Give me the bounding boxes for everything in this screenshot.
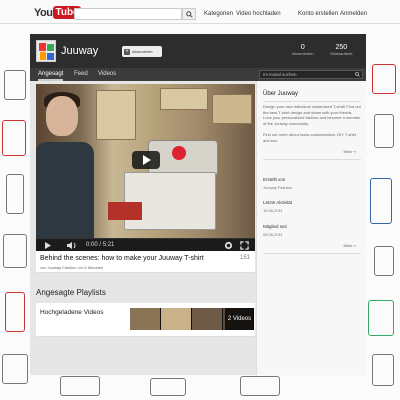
channel-header: Juuway + Abonnieren 0 Abonnenten 250 Vid…	[30, 34, 366, 68]
video-scene-boxes	[212, 94, 252, 124]
subscribers-count: 0	[300, 44, 305, 51]
subscribe-label: Abonnieren	[132, 49, 153, 54]
created-by-label: Erstellt von	[263, 177, 286, 182]
play-overlay-icon[interactable]	[132, 151, 160, 169]
views-label: Videoaufrufe	[330, 51, 353, 56]
video-frame[interactable]	[36, 84, 255, 238]
main-content: 0:00 / 5:21 Behind the scenes: how to ma…	[30, 81, 256, 375]
background-doodle	[3, 234, 27, 268]
search-icon	[185, 10, 193, 18]
video-scene-shelf	[96, 90, 136, 140]
video-controls: 0:00 / 5:21	[36, 238, 255, 251]
logo-you: You	[34, 6, 53, 19]
member-since-label: Mitglied seit	[263, 224, 287, 229]
playlist-title[interactable]: Hochgeladene Videos	[40, 309, 104, 316]
sign-in-link[interactable]: Anmelden	[340, 11, 367, 17]
fullscreen-button[interactable]	[240, 241, 249, 250]
channel-search-placeholder: Im Kanal suchen	[263, 72, 297, 77]
video-scene-press-body	[124, 172, 216, 230]
video-scene-boxes	[160, 88, 208, 110]
subscribers-stat: 0 Abonnenten	[292, 44, 314, 56]
created-by-value[interactable]: Juuway Fashion	[263, 185, 292, 190]
about-text-more: Find out more about mass customization, …	[263, 132, 357, 143]
background-doodle	[4, 70, 26, 100]
youtube-masthead: You Tube Kategorien Video hochladen Kont…	[0, 0, 400, 24]
background-doodle	[5, 292, 25, 332]
background-doodle	[372, 64, 396, 94]
time-display: 0:00 / 5:21	[86, 242, 115, 248]
about-text: Design your own individual customised T-…	[263, 104, 361, 126]
video-scene-face	[46, 96, 78, 136]
background-doodle	[368, 300, 394, 336]
search-button[interactable]	[182, 8, 196, 20]
subscribe-button[interactable]: + Abonnieren	[122, 46, 162, 57]
divider	[263, 101, 361, 102]
video-scene-red-dial	[172, 146, 186, 160]
channel-name[interactable]: Juuway	[61, 45, 98, 57]
playlist-thumbnail	[130, 308, 161, 330]
background-doodle	[2, 120, 26, 156]
playlist-thumbnails[interactable]: 2 Videos	[130, 308, 254, 330]
background-doodle	[374, 246, 394, 276]
background-doodle	[372, 354, 394, 386]
background-doodle	[6, 174, 24, 214]
time-current: 0:00	[86, 242, 98, 248]
more-link[interactable]: Mehr »	[344, 243, 356, 248]
settings-button[interactable]	[224, 241, 233, 250]
divider	[263, 253, 361, 254]
channel-search-input[interactable]: Im Kanal suchen	[259, 70, 363, 79]
divider	[263, 159, 361, 160]
video-info: Behind the scenes: how to make your Juuw…	[36, 251, 255, 273]
video-meta: von Juuway Fashion vor 6 Monaten	[40, 265, 104, 270]
background-doodle	[60, 376, 100, 396]
gear-icon	[224, 241, 233, 250]
last-activity-value: 16.06.2011	[263, 208, 283, 213]
playlists-heading: Angesagte Playlists	[36, 288, 106, 297]
search-icon[interactable]	[355, 72, 360, 77]
subscribers-label: Abonnenten	[292, 51, 314, 56]
more-link[interactable]: Mehr »	[344, 149, 356, 154]
volume-icon	[67, 242, 76, 249]
play-button[interactable]	[44, 241, 52, 250]
video-views: 151	[239, 255, 250, 261]
playlist-count: 2 Videos	[225, 308, 254, 330]
video-player[interactable]: 0:00 / 5:21	[36, 84, 255, 251]
views-stat: 250 Videoaufrufe	[330, 44, 353, 56]
search-input[interactable]	[74, 8, 182, 20]
playlist-item[interactable]: Hochgeladene Videos 2 Videos	[36, 303, 255, 337]
video-scene-person	[36, 142, 94, 238]
tab-angesagt[interactable]: Angesagt	[38, 68, 64, 81]
background-doodle	[374, 114, 394, 148]
playlist-thumbnail	[161, 308, 192, 330]
background-doodle	[240, 376, 280, 396]
tab-feed[interactable]: Feed	[74, 68, 88, 81]
last-activity-label: Letzte Aktivität	[263, 200, 293, 205]
background-doodle	[370, 178, 392, 224]
fullscreen-icon	[240, 241, 249, 250]
video-scene-red-base	[108, 202, 142, 220]
about-heading: Über Juuway	[263, 91, 299, 97]
volume-button[interactable]	[66, 241, 78, 250]
time-total: 5:21	[102, 242, 115, 248]
member-since-value: 08.06.2011	[263, 232, 283, 237]
tab-videos[interactable]: Videos	[98, 68, 116, 81]
channel-avatar[interactable]	[36, 40, 56, 62]
play-icon	[45, 242, 51, 249]
create-account-link[interactable]: Konto erstellen	[298, 11, 338, 17]
upload-video-link[interactable]: Video hochladen	[236, 11, 281, 17]
background-doodle	[2, 354, 28, 384]
background-doodle	[150, 378, 186, 396]
channel-sidebar: Über Juuway Design your own individual c…	[256, 81, 366, 375]
views-count: 250	[335, 44, 348, 51]
categories-link[interactable]: Kategorien	[204, 11, 233, 17]
plus-icon: +	[124, 48, 130, 55]
video-title[interactable]: Behind the scenes: how to make your Juuw…	[40, 255, 204, 262]
playlist-thumbnail	[192, 308, 223, 330]
channel-nav: Angesagt Feed Videos Im Kanal suchen	[30, 68, 366, 81]
